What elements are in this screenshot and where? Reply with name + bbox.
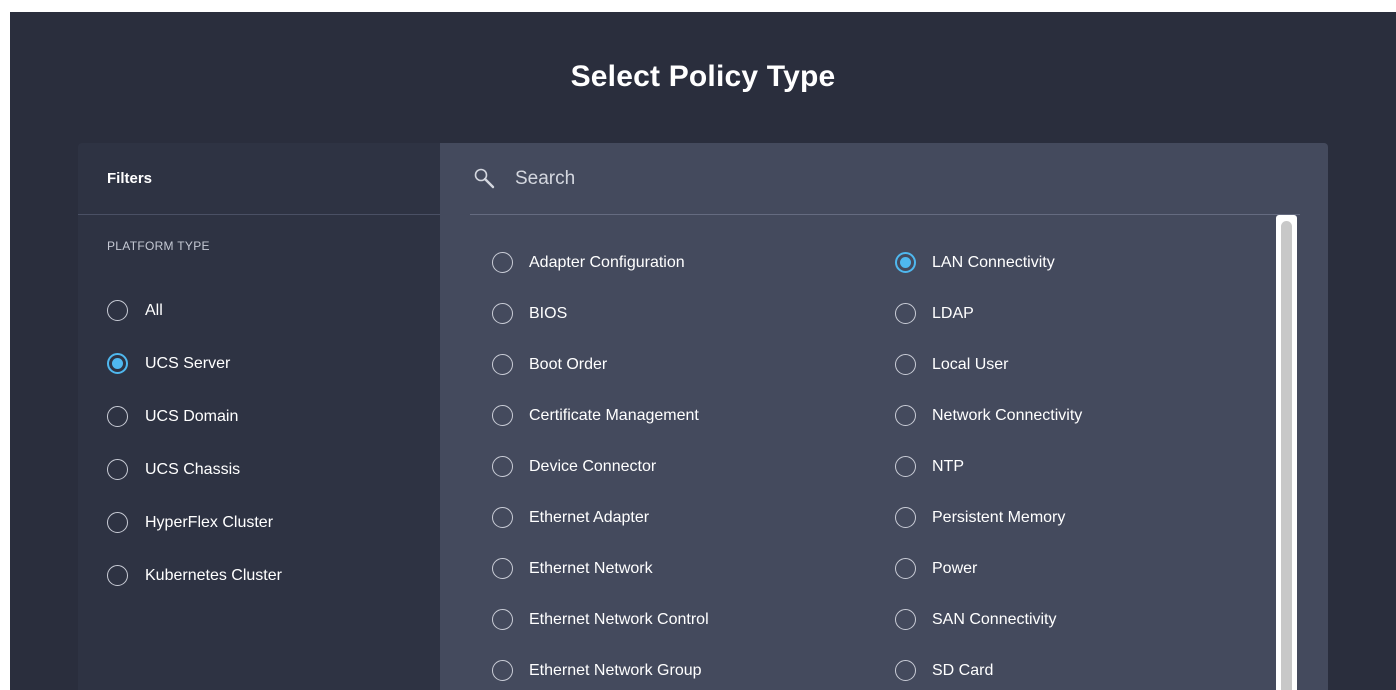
policy-option[interactable]: Local User — [895, 339, 1082, 390]
radio-unchecked-icon[interactable] — [895, 405, 916, 426]
platform-type-list: All UCS Server UCS Domain UCS Chassis Hy… — [107, 284, 282, 602]
policy-option-label: SD Card — [932, 661, 994, 679]
radio-unchecked-icon[interactable] — [107, 459, 128, 480]
policy-option-label: Boot Order — [529, 355, 608, 373]
policy-option-label: Ethernet Adapter — [529, 508, 650, 526]
radio-unchecked-icon[interactable] — [895, 507, 916, 528]
radio-unchecked-icon[interactable] — [895, 558, 916, 579]
radio-unchecked-icon[interactable] — [492, 609, 513, 630]
policy-option-label: Network Connectivity — [932, 406, 1083, 424]
policy-option-label: Persistent Memory — [932, 508, 1066, 526]
radio-unchecked-icon[interactable] — [492, 558, 513, 579]
policy-option[interactable]: Boot Order — [492, 339, 709, 390]
dialog: Select Policy Type Filters PLATFORM TYPE… — [10, 12, 1396, 690]
radio-unchecked-icon[interactable] — [107, 300, 128, 321]
platform-type-label: PLATFORM TYPE — [107, 239, 210, 253]
radio-unchecked-icon[interactable] — [895, 456, 916, 477]
radio-checked-icon[interactable] — [895, 252, 916, 273]
policy-option[interactable]: Power — [895, 543, 1082, 594]
policy-option-label: Local User — [932, 355, 1009, 373]
policy-list-left: Adapter Configuration BIOS Boot Order Ce… — [492, 237, 709, 690]
policy-option[interactable]: Ethernet Network — [492, 543, 709, 594]
search-input[interactable] — [515, 167, 1215, 190]
policy-results: Adapter Configuration BIOS Boot Order Ce… — [440, 143, 1328, 690]
policy-option[interactable]: LDAP — [895, 288, 1082, 339]
policy-option[interactable]: Network Connectivity — [895, 390, 1082, 441]
policy-option[interactable]: Certificate Management — [492, 390, 709, 441]
policy-option-label: Device Connector — [529, 457, 657, 475]
policy-selector-panel: Filters PLATFORM TYPE All UCS Server UCS… — [78, 143, 1328, 690]
radio-unchecked-icon[interactable] — [895, 660, 916, 681]
policy-option[interactable]: Ethernet Network Control — [492, 594, 709, 645]
policy-option[interactable]: Ethernet Adapter — [492, 492, 709, 543]
radio-unchecked-icon[interactable] — [492, 405, 513, 426]
platform-option-ucs-server[interactable]: UCS Server — [107, 337, 282, 390]
policy-option[interactable]: SAN Connectivity — [895, 594, 1082, 645]
platform-option-kubernetes-cluster[interactable]: Kubernetes Cluster — [107, 549, 282, 602]
platform-option-label: All — [145, 301, 163, 319]
platform-option-label: UCS Chassis — [145, 460, 241, 478]
scrollbar-thumb[interactable] — [1281, 221, 1292, 690]
radio-unchecked-icon[interactable] — [492, 354, 513, 375]
policy-option-label: Power — [932, 559, 978, 577]
policy-option[interactable]: SD Card — [895, 645, 1082, 690]
policy-option[interactable]: Adapter Configuration — [492, 237, 709, 288]
policy-option-label: LDAP — [932, 304, 974, 322]
policy-option[interactable]: LAN Connectivity — [895, 237, 1082, 288]
radio-unchecked-icon[interactable] — [107, 565, 128, 586]
page-title: Select Policy Type — [570, 60, 836, 93]
radio-unchecked-icon[interactable] — [895, 303, 916, 324]
radio-unchecked-icon[interactable] — [492, 303, 513, 324]
radio-unchecked-icon[interactable] — [492, 252, 513, 273]
platform-option-ucs-domain[interactable]: UCS Domain — [107, 390, 282, 443]
platform-option-ucs-chassis[interactable]: UCS Chassis — [107, 443, 282, 496]
radio-unchecked-icon[interactable] — [107, 512, 128, 533]
policy-option[interactable]: NTP — [895, 441, 1082, 492]
policy-option-label: NTP — [932, 457, 964, 475]
search-icon — [473, 167, 497, 191]
scrollbar[interactable] — [1276, 215, 1297, 690]
policy-option-label: Certificate Management — [529, 406, 699, 424]
policy-option[interactable]: BIOS — [492, 288, 709, 339]
search-bar — [470, 143, 1300, 215]
platform-option-all[interactable]: All — [107, 284, 282, 337]
radio-unchecked-icon[interactable] — [895, 354, 916, 375]
policy-option[interactable]: Ethernet Network Group — [492, 645, 709, 690]
policy-list-right: LAN Connectivity LDAP Local User Network… — [895, 237, 1082, 690]
policy-option-label: LAN Connectivity — [932, 253, 1055, 271]
filters-header: Filters — [78, 143, 440, 215]
radio-unchecked-icon[interactable] — [492, 507, 513, 528]
policy-option-label: Ethernet Network Group — [529, 661, 702, 679]
policy-option[interactable]: Persistent Memory — [895, 492, 1082, 543]
radio-unchecked-icon[interactable] — [492, 456, 513, 477]
policy-option-label: Ethernet Network — [529, 559, 653, 577]
policy-option-label: Ethernet Network Control — [529, 610, 709, 628]
platform-option-hyperflex-cluster[interactable]: HyperFlex Cluster — [107, 496, 282, 549]
radio-checked-icon[interactable] — [107, 353, 128, 374]
platform-option-label: HyperFlex Cluster — [145, 513, 274, 531]
policy-option-label: Adapter Configuration — [529, 253, 685, 271]
filters-sidebar: Filters PLATFORM TYPE All UCS Server UCS… — [78, 143, 440, 690]
radio-unchecked-icon[interactable] — [107, 406, 128, 427]
policy-option-label: SAN Connectivity — [932, 610, 1057, 628]
policy-option[interactable]: Device Connector — [492, 441, 709, 492]
platform-option-label: UCS Domain — [145, 407, 239, 425]
radio-unchecked-icon[interactable] — [492, 660, 513, 681]
radio-unchecked-icon[interactable] — [895, 609, 916, 630]
platform-option-label: UCS Server — [145, 354, 231, 372]
policy-option-label: BIOS — [529, 304, 568, 322]
platform-option-label: Kubernetes Cluster — [145, 566, 282, 584]
